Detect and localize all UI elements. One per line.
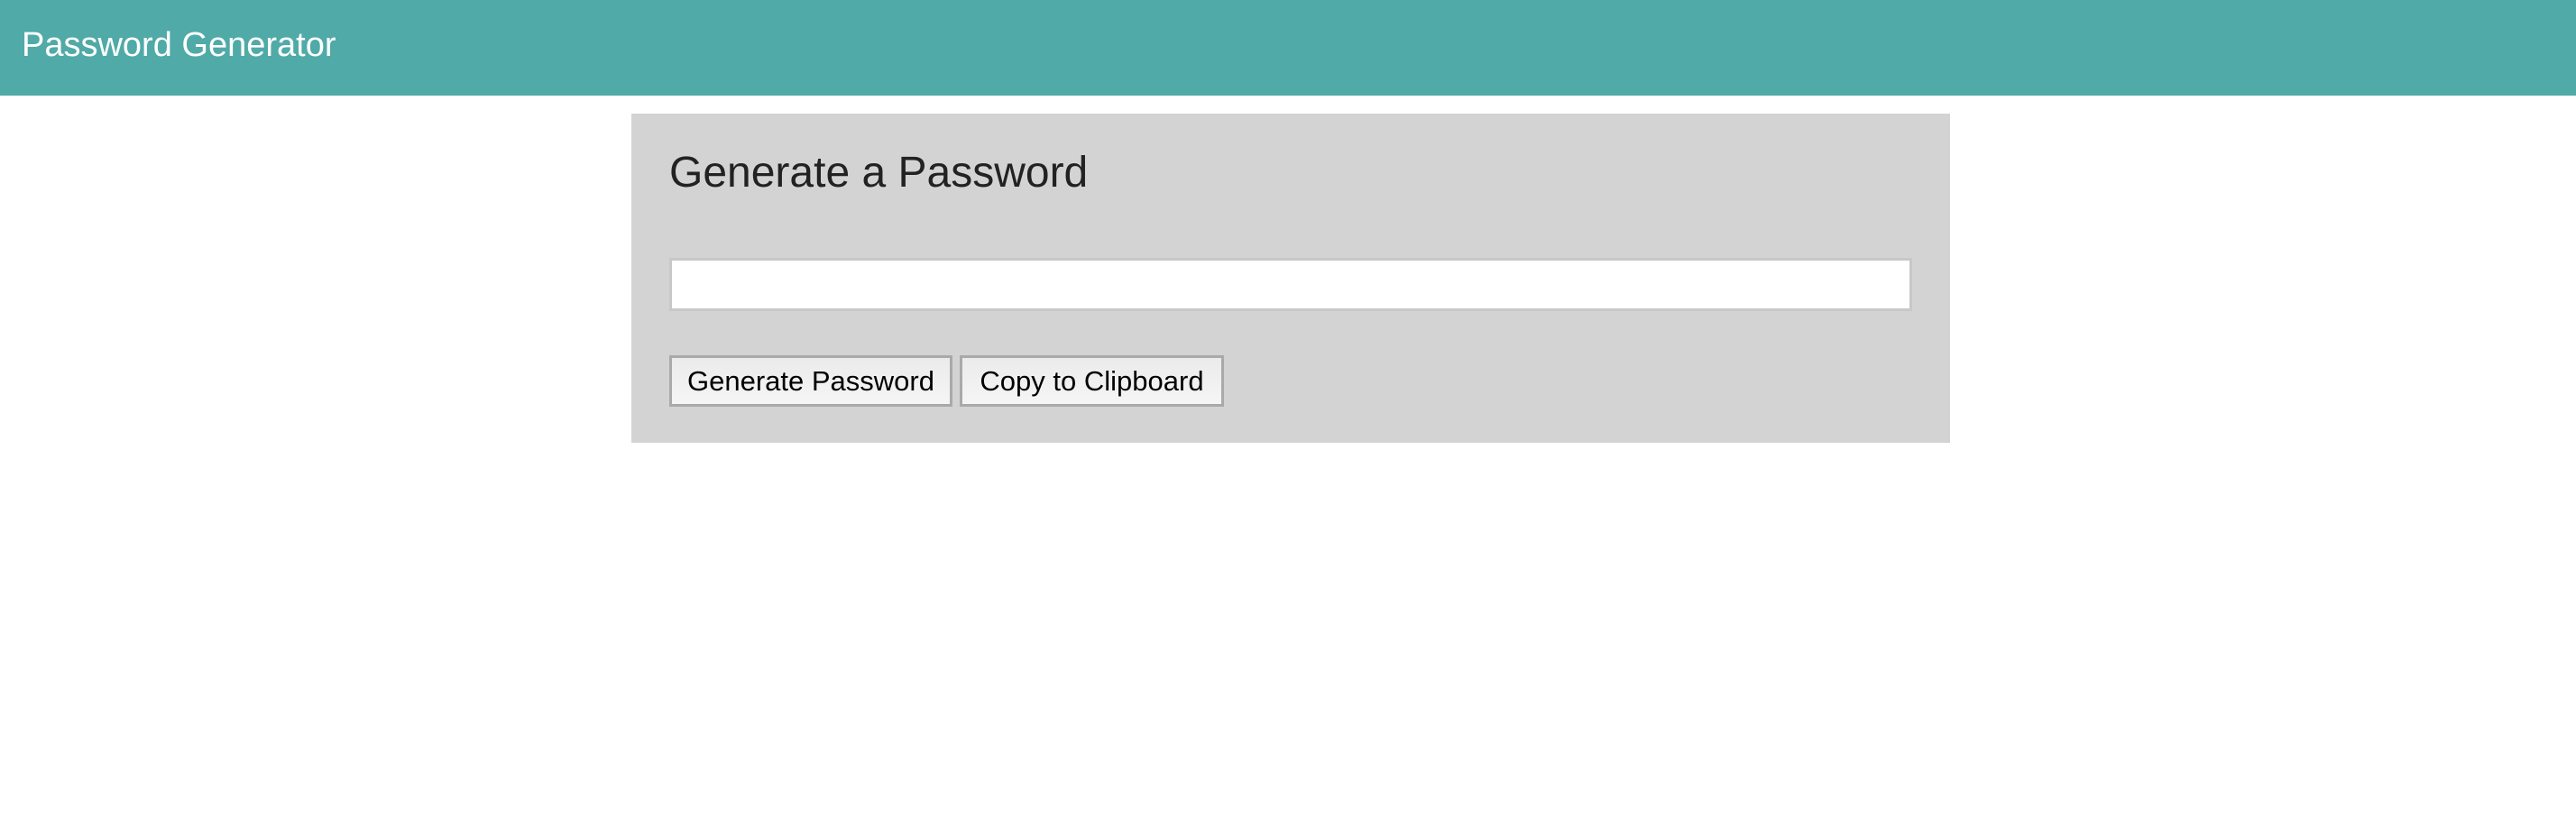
generate-password-button[interactable]: Generate Password xyxy=(669,355,952,407)
app-title: Password Generator xyxy=(22,26,336,64)
card-title: Generate a Password xyxy=(669,149,1089,197)
copy-to-clipboard-button[interactable]: Copy to Clipboard xyxy=(960,355,1224,407)
top-navbar: Password Generator xyxy=(0,0,2576,96)
password-output-field[interactable] xyxy=(669,258,1912,311)
password-card: Generate a Password Generate Password Co… xyxy=(631,114,1950,443)
